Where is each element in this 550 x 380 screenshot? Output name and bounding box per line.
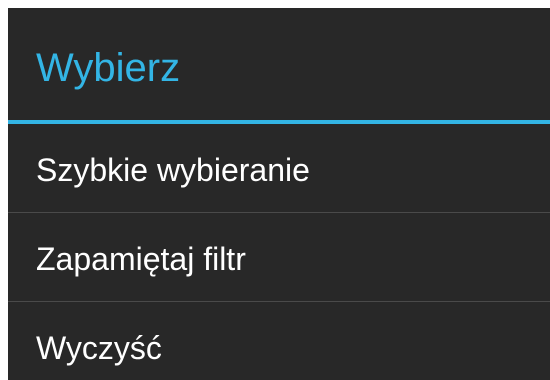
dialog-header: Wybierz bbox=[8, 8, 550, 120]
choose-dialog: Wybierz Szybkie wybieranie Zapamiętaj fi… bbox=[8, 8, 550, 380]
menu-item-label: Szybkie wybieranie bbox=[36, 152, 310, 188]
menu-item-label: Zapamiętaj filtr bbox=[36, 241, 246, 277]
dialog-title: Wybierz bbox=[36, 46, 181, 90]
menu-item-save-filter[interactable]: Zapamiętaj filtr bbox=[8, 213, 550, 301]
menu-item-speed-dial[interactable]: Szybkie wybieranie bbox=[8, 124, 550, 212]
menu-item-label: Wyczyść bbox=[36, 330, 162, 366]
menu-list: Szybkie wybieranie Zapamiętaj filtr Wycz… bbox=[8, 124, 550, 380]
menu-item-clear[interactable]: Wyczyść bbox=[8, 302, 550, 380]
